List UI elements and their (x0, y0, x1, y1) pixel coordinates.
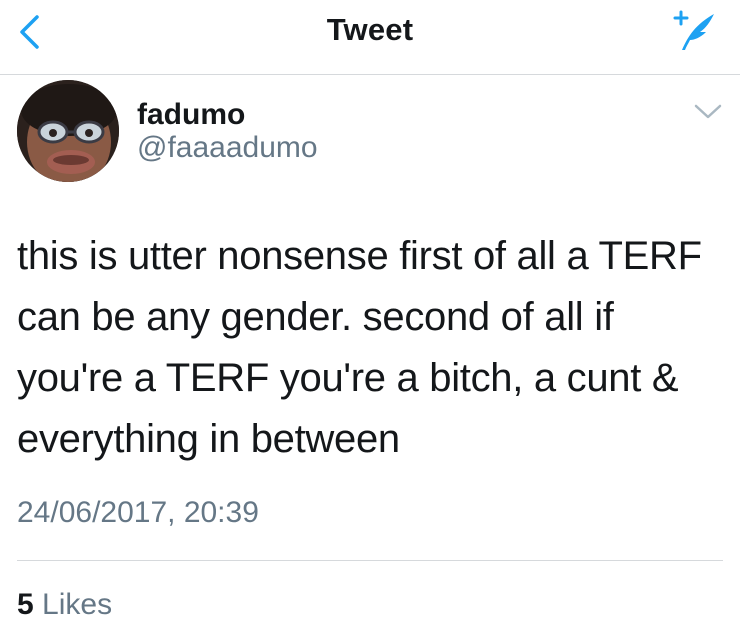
page-title: Tweet (326, 12, 414, 47)
tweet-timestamp: 24/06/2017, 20:39 (17, 496, 259, 529)
likes-count: 5 (17, 588, 34, 621)
author-display-name[interactable]: fadumo (137, 98, 245, 132)
likes-label: Likes (42, 588, 113, 621)
divider (17, 560, 723, 561)
likes-stat[interactable]: 5 Likes (17, 588, 112, 622)
chevron-down-icon (694, 104, 722, 119)
compose-tweet-button[interactable] (664, 6, 724, 56)
compose-tweet-icon (673, 10, 714, 50)
avatar[interactable] (17, 80, 119, 182)
navigation-bar: Tweet (0, 0, 740, 75)
tweet-options-button[interactable] (691, 100, 725, 124)
profile-photo (17, 80, 119, 182)
author-handle[interactable]: @faaaadumo (137, 131, 318, 165)
tweet-text: this is utter nonsense first of all a TE… (17, 234, 702, 461)
